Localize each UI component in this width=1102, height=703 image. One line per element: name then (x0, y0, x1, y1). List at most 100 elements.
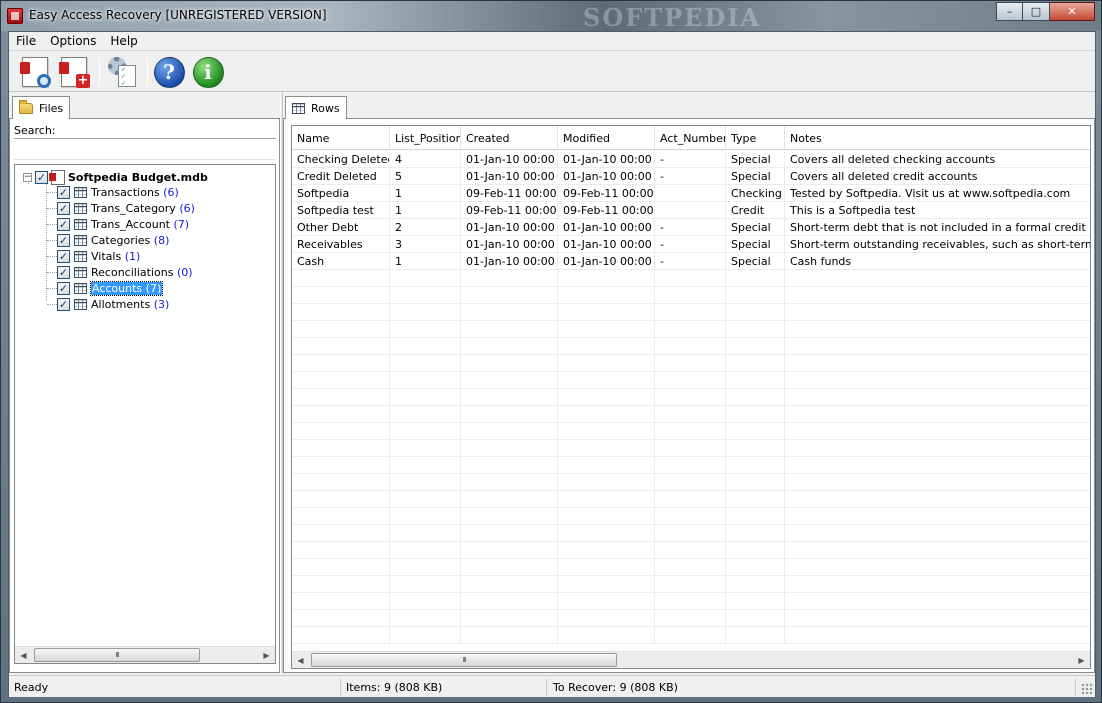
close-button[interactable]: ✕ (1050, 2, 1095, 21)
table-row[interactable]: Softpedia 1 09-Feb-11 00:00 09-Feb-11 00:00… (292, 185, 1090, 202)
table-name: Vitals (91, 249, 122, 263)
tree-item-checkbox[interactable]: ✓ (57, 265, 70, 279)
tree-item-checkbox[interactable]: ✓ (57, 249, 70, 263)
column-header-list-position[interactable]: List_Position (390, 126, 461, 150)
scroll-thumb[interactable]: III (311, 653, 617, 667)
menu-options[interactable]: Options (43, 32, 103, 51)
tree-item-vitals[interactable]: ✓ Vitals (1) (57, 248, 140, 264)
tree-item-label: Allotments (3) (91, 298, 169, 311)
tree-item-checkbox[interactable]: ✓ (57, 297, 70, 311)
rows-grid[interactable]: Name List_Position Created Modified Act_Numb… (291, 125, 1091, 669)
tree-item-checkbox[interactable]: ✓ (57, 233, 70, 247)
row-count: (6) (179, 201, 195, 215)
cell-list-position (390, 423, 461, 440)
tree-item-accounts[interactable]: ✓ Accounts (7) (57, 280, 164, 296)
column-header-act-number[interactable]: Act_Number (655, 126, 726, 150)
cell-modified (558, 610, 655, 627)
menu-file[interactable]: File (9, 32, 43, 51)
cell-modified (558, 559, 655, 576)
table-icon (74, 250, 87, 262)
window-title: Easy Access Recovery [UNREGISTERED VERSI… (29, 8, 327, 22)
table-row[interactable]: Checking Deleted 4 01-Jan-10 00:00 01-Jan-1… (292, 151, 1090, 168)
cell-act-number (655, 457, 726, 474)
settings-button[interactable] (105, 54, 141, 90)
cell-type: Checking (726, 185, 785, 202)
table-row[interactable]: Credit Deleted 5 01-Jan-10 00:00 01-Jan-10 … (292, 168, 1090, 185)
table-icon (74, 266, 87, 278)
table-row (292, 610, 1090, 627)
toolbar-separator (99, 57, 100, 87)
column-header-type[interactable]: Type (726, 126, 785, 150)
table-row (292, 355, 1090, 372)
recover-button[interactable]: + (56, 54, 92, 90)
toolbar-separator (147, 57, 148, 87)
cell-created (461, 270, 558, 287)
cell-created (461, 542, 558, 559)
resize-grip[interactable] (1081, 683, 1093, 695)
cell-notes (785, 491, 1090, 508)
column-header-created[interactable]: Created (461, 126, 558, 150)
collapse-icon[interactable]: − (23, 172, 32, 182)
tree-item-checkbox[interactable]: ✓ (57, 217, 70, 231)
cell-name (292, 508, 390, 525)
scroll-right-icon[interactable]: ▶ (1073, 652, 1090, 668)
scroll-thumb[interactable]: III (34, 648, 200, 662)
column-header-notes[interactable]: Notes (785, 126, 1090, 150)
cell-created (461, 627, 558, 644)
tab-rows[interactable]: Rows (285, 96, 347, 120)
file-tree[interactable]: − ✓ Softpedia Budget.mdb ✓ Transactions (… (14, 164, 276, 664)
grid-horizontal-scrollbar[interactable]: ◀ III ▶ (292, 651, 1090, 668)
table-row[interactable]: Cash 1 01-Jan-10 00:00 01-Jan-10 00:00- Spec… (292, 253, 1090, 270)
tab-files[interactable]: Files (12, 96, 71, 120)
title-bar[interactable]: Easy Access Recovery [UNREGISTERED VERSI… (1, 1, 1101, 32)
cell-act-number (655, 508, 726, 525)
table-row (292, 576, 1090, 593)
cell-type (726, 525, 785, 542)
table-icon (74, 218, 87, 230)
column-header-name[interactable]: Name (292, 126, 390, 150)
column-header-modified[interactable]: Modified (558, 126, 655, 150)
cell-type: Special (726, 219, 785, 236)
scroll-right-icon[interactable]: ▶ (258, 647, 275, 663)
tree-item-categories[interactable]: ✓ Categories (8) (57, 232, 169, 248)
tree-item-allotments[interactable]: ✓ Allotments (3) (57, 296, 169, 312)
cell-list-position (390, 321, 461, 338)
cell-name (292, 576, 390, 593)
help-button[interactable]: ? (151, 54, 187, 90)
tree-item-trans-category[interactable]: ✓ Trans_Category (6) (57, 200, 195, 216)
tree-root[interactable]: − ✓ Softpedia Budget.mdb (23, 169, 208, 185)
tree-item-checkbox[interactable]: ✓ (57, 185, 70, 199)
cell-created (461, 610, 558, 627)
add-document-icon: + (59, 57, 90, 88)
root-checkbox[interactable]: ✓ (35, 170, 48, 184)
table-row (292, 440, 1090, 457)
cell-act-number: - (655, 168, 726, 185)
table-row[interactable]: Other Debt 2 01-Jan-10 00:00 01-Jan-10 00:0… (292, 219, 1090, 236)
menu-help[interactable]: Help (103, 32, 144, 51)
scroll-left-icon[interactable]: ◀ (15, 647, 32, 663)
tree-item-checkbox[interactable]: ✓ (57, 281, 70, 295)
tree-item-transactions[interactable]: ✓ Transactions (6) (57, 184, 179, 200)
tree-item-trans-account[interactable]: ✓ Trans_Account (7) (57, 216, 189, 232)
search-input[interactable] (14, 138, 276, 160)
cell-notes: Short-term outstanding receivables, such… (785, 236, 1090, 253)
cell-type (726, 440, 785, 457)
cell-notes (785, 321, 1090, 338)
cell-name: Softpedia (292, 185, 390, 202)
cell-notes: Short-term debt that is not included in … (785, 219, 1090, 236)
cell-act-number: - (655, 219, 726, 236)
tree-item-checkbox[interactable]: ✓ (57, 201, 70, 215)
maximize-button[interactable]: □ (1023, 2, 1050, 21)
minimize-button[interactable]: – (996, 2, 1023, 21)
table-icon (74, 298, 87, 310)
tree-item-reconciliations[interactable]: ✓ Reconciliations (0) (57, 264, 193, 280)
about-button[interactable]: i (190, 54, 226, 90)
cell-name (292, 355, 390, 372)
scroll-left-icon[interactable]: ◀ (292, 652, 309, 668)
tree-horizontal-scrollbar[interactable]: ◀ III ▶ (15, 646, 275, 663)
cell-modified (558, 508, 655, 525)
table-row[interactable]: Softpedia test 1 09-Feb-11 00:00 09-Feb-11 … (292, 202, 1090, 219)
cell-notes (785, 355, 1090, 372)
open-database-button[interactable] (17, 54, 53, 90)
table-row[interactable]: Receivables 3 01-Jan-10 00:00 01-Jan-10 00:… (292, 236, 1090, 253)
